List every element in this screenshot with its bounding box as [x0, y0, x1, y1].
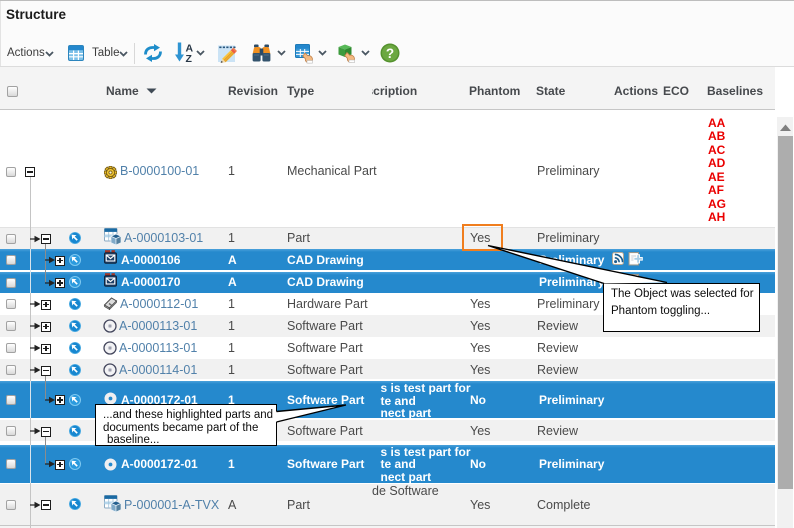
svg-text:?: ?	[386, 46, 394, 61]
svg-text:Z: Z	[186, 53, 193, 64]
